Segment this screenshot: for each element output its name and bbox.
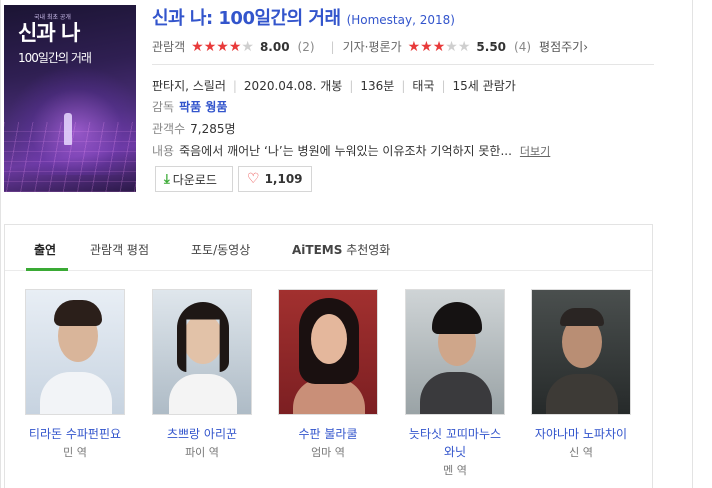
star-icon: ★	[445, 38, 458, 55]
cast-photo[interactable]	[152, 289, 252, 415]
cast-name[interactable]: 수판 불라쿨	[278, 425, 378, 443]
like-count: 1,109	[264, 172, 303, 186]
poster-small-text: 국내 최초 공개	[34, 14, 71, 21]
tab-aitems[interactable]: AiTEMS 추천영화	[292, 241, 390, 258]
star-icon: ★	[457, 38, 471, 55]
rating-separator: |	[330, 39, 335, 54]
audience-num-label: 관객수	[152, 122, 186, 136]
cast-item[interactable]: 자야나마 노파차이 신 역	[531, 289, 631, 460]
download-button[interactable]: ⤓ 다운로드	[155, 166, 233, 192]
cast-role: 민 역	[63, 446, 87, 459]
cast-photo[interactable]	[405, 289, 505, 415]
more-link[interactable]: 더보기	[520, 145, 550, 158]
tab-reviews[interactable]: 관람객 평점	[90, 241, 149, 258]
audience-num: 7,285명	[190, 122, 236, 136]
download-icon: ⤓	[164, 171, 170, 187]
plot-label: 내용	[152, 144, 175, 158]
critic-score: 5.50	[476, 39, 507, 54]
audience-score: 8.00	[259, 39, 290, 54]
cast-photo[interactable]	[531, 289, 631, 415]
cast-name[interactable]: 츠쁘랑 아리꾼	[152, 425, 252, 443]
cast-item[interactable]: 수판 불라쿨 엄마 역	[278, 289, 378, 460]
star-icon: ★	[216, 38, 229, 55]
star-icon: ★	[228, 38, 242, 55]
plot-row: 내용 죽음에서 깨어난 ‘나’는 병원에 누워있는 이유조차 기억하지 못한...…	[152, 142, 550, 159]
director-link[interactable]: 팍품 웡품	[179, 100, 227, 114]
cast-photo[interactable]	[25, 289, 125, 415]
cast-item[interactable]: 츠쁘랑 아리꾼 파이 역	[152, 289, 252, 460]
right-border	[692, 0, 693, 488]
plot-text: 죽음에서 깨어난 ‘나’는 병원에 누워있는 이유조차 기억하지 못한...	[179, 144, 512, 158]
director-label: 감독	[152, 100, 175, 114]
critic-stars: ★ ★ ★ ★ ★	[408, 40, 471, 54]
star-icon: ★	[420, 38, 433, 55]
cast-item[interactable]: 늣타싯 꼬띠마누스와닛 멘 역	[405, 289, 505, 478]
movie-title[interactable]: 신과 나: 100일간의 거래	[152, 8, 341, 29]
age-rating: 15세 관람가	[452, 79, 516, 93]
poster-subtitle: 100일간의 거래	[18, 51, 92, 65]
aitems-logo: AiTEMS	[292, 243, 343, 257]
country[interactable]: 태국	[412, 79, 434, 93]
poster-title: 신과 나	[18, 21, 80, 45]
audience-stars: ★ ★ ★ ★ ★	[191, 40, 254, 54]
heart-icon: ♡	[247, 171, 260, 187]
cast-item[interactable]: 티라돈 수파펀핀요 민 역	[25, 289, 125, 460]
meta-row: 판타지, 스릴러 | 2020.04.08. 개봉 | 136분 | 태국 | 15세 관람가	[152, 79, 516, 93]
cast-photo[interactable]	[278, 289, 378, 415]
left-border	[0, 0, 1, 488]
cast-role: 멘 역	[443, 464, 467, 477]
cast-role: 엄마 역	[311, 446, 345, 459]
audience-rating-label: 관람객	[152, 40, 186, 54]
cast-name[interactable]: 자야나마 노파차이	[531, 425, 631, 443]
audience-count-row: 관객수 7,285명	[152, 120, 236, 137]
cast-role: 신 역	[569, 446, 593, 459]
audience-count: (2)	[297, 39, 315, 54]
download-label: 다운로드	[172, 172, 217, 187]
rate-link[interactable]: 평점주기›	[539, 38, 588, 55]
release-date[interactable]: 2020.04.08. 개봉	[244, 79, 342, 93]
movie-poster[interactable]: 국내 최초 공개 신과 나 100일간의 거래	[4, 5, 136, 192]
tab-bar: 출연 관람객 평점 포토/동영상 AiTEMS 추천영화	[5, 225, 652, 271]
star-icon: ★	[407, 38, 421, 55]
director-row: 감독 팍품 웡품	[152, 98, 227, 115]
title-row: 신과 나: 100일간의 거래 (Homestay, 2018)	[152, 4, 455, 30]
cast-name[interactable]: 티라돈 수파펀핀요	[25, 425, 125, 443]
like-button[interactable]: ♡ 1,109	[238, 166, 312, 192]
rating-row: 관람객 ★ ★ ★ ★ ★ 8.00 (2) | 기자·평론가 ★ ★ ★ ★ ★ 5.50 (…	[152, 38, 588, 55]
genre[interactable]: 판타지, 스릴러	[152, 79, 226, 93]
star-icon: ★	[241, 38, 254, 55]
tab-photos[interactable]: 포토/동영상	[191, 241, 250, 258]
tab-cast[interactable]: 출연	[34, 241, 56, 258]
cast-role: 파이 역	[185, 446, 219, 459]
star-icon: ★	[203, 38, 217, 55]
critic-count: (4)	[514, 39, 532, 54]
star-icon: ★	[191, 38, 204, 55]
cast-name[interactable]: 늣타싯 꼬띠마누스와닛	[405, 425, 505, 461]
tab-aitems-label: 추천영화	[342, 243, 391, 257]
poster-figure	[64, 113, 72, 145]
critic-rating-label: 기자·평론가	[342, 40, 402, 54]
runtime: 136분	[360, 79, 395, 93]
star-icon: ★	[432, 38, 446, 55]
movie-subtitle: (Homestay, 2018)	[346, 13, 455, 27]
active-tab-indicator	[26, 268, 68, 271]
info-divider	[152, 64, 654, 65]
